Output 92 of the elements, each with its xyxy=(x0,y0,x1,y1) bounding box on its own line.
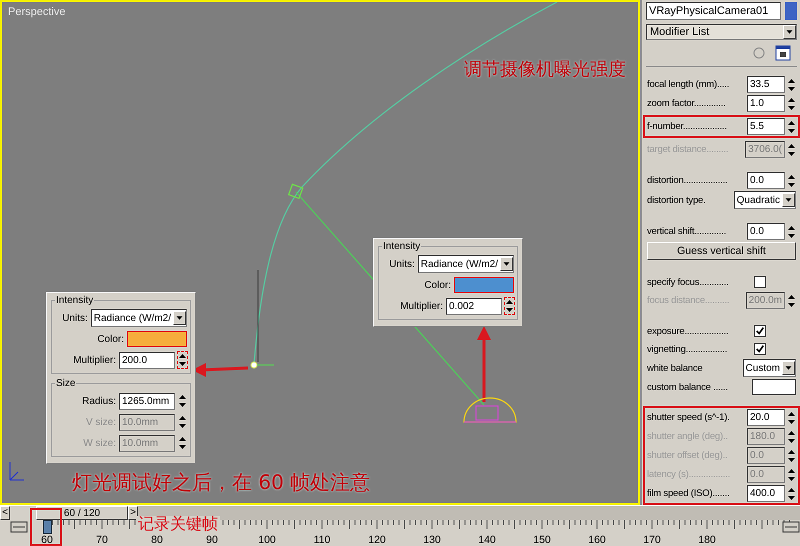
frame-number: 70 xyxy=(96,534,108,546)
dropdown-caret-icon[interactable] xyxy=(783,25,796,39)
value-field[interactable]: 5.5 xyxy=(747,118,785,135)
parameter-label: vignetting................. xyxy=(647,344,728,354)
annotation-text: 灯光调试好之后，在 60 帧处注意 xyxy=(72,470,370,494)
value-field[interactable]: 1.0 xyxy=(747,95,785,112)
dropdown-caret-icon[interactable] xyxy=(782,193,795,207)
value-field[interactable]: 0.0 xyxy=(747,223,785,240)
field-label: Units: xyxy=(389,258,415,270)
time-slider-thumb[interactable]: 60 / 120 xyxy=(36,506,128,520)
checkbox[interactable] xyxy=(754,343,766,355)
frame-number: 90 xyxy=(206,534,218,546)
parameter-label: specify focus............ xyxy=(647,276,730,288)
value-field[interactable]: 0.002 xyxy=(446,298,502,314)
field-label: Multiplier: xyxy=(73,354,116,366)
camera-dome-icon xyxy=(463,397,517,423)
field-label: Color: xyxy=(97,334,124,344)
target-marker-icon xyxy=(288,184,304,200)
type-dropdown[interactable]: Custom xyxy=(742,359,796,377)
dropdown-caret-icon[interactable] xyxy=(500,257,513,271)
parameter-label: focus distance.......... xyxy=(647,295,730,306)
spinner-arrows-icon[interactable] xyxy=(787,118,796,134)
group-title: Intensity xyxy=(382,241,422,252)
frame-number: 110 xyxy=(314,534,330,546)
frame-number: 160 xyxy=(588,534,606,546)
value-field[interactable]: 1265.0mm xyxy=(119,392,175,410)
annotation-text: 记录关键帧 xyxy=(136,516,220,532)
axis-tripod-icon xyxy=(10,462,24,480)
field-label: W size: xyxy=(83,438,116,448)
field-label: Color: xyxy=(424,280,451,290)
value-field[interactable]: 33.5 xyxy=(747,76,785,93)
parameter-label: focal length (mm)..... xyxy=(647,79,730,90)
parameter-label: film speed (ISO)....... xyxy=(647,488,731,499)
units-dropdown[interactable]: Radiance (W/m2/ xyxy=(90,309,187,327)
field-label: V size: xyxy=(86,416,116,428)
object-name-field[interactable]: VRayPhysicalCamera01 xyxy=(646,2,781,20)
spinner-arrows-icon[interactable] xyxy=(787,96,796,112)
frame-number: 170 xyxy=(643,534,661,546)
parameter-label: custom balance ...... xyxy=(647,382,729,392)
previous-button[interactable]: < xyxy=(0,506,10,520)
parameter-label: shutter speed (s^-1). xyxy=(647,412,731,423)
frame-number: 140 xyxy=(478,534,496,546)
parameter-label: f-number.................. xyxy=(647,121,728,132)
parameter-label: distortion.................. xyxy=(647,175,728,186)
configure-icon[interactable] xyxy=(775,45,791,61)
frame-number: 150 xyxy=(533,534,551,546)
spinner-arrows-icon[interactable] xyxy=(787,76,796,92)
key-mode-icon[interactable] xyxy=(10,522,28,532)
dropdown-caret-icon[interactable] xyxy=(782,361,795,375)
spinner-arrows-icon[interactable] xyxy=(505,298,514,314)
field-label: Multiplier: xyxy=(400,300,443,312)
group-title: Size xyxy=(55,378,76,389)
parameter-label: shutter angle (deg).. xyxy=(647,431,729,442)
modifier-list-dropdown[interactable]: Modifier List xyxy=(646,24,797,40)
spinner-arrows-icon[interactable] xyxy=(787,224,796,240)
parameter-label: latency (s)................. xyxy=(647,469,732,480)
object-color-swatch[interactable] xyxy=(785,2,797,20)
next-button[interactable]: > xyxy=(128,506,138,520)
frame-number: 180 xyxy=(698,534,716,546)
color-swatch[interactable] xyxy=(127,331,187,347)
dropdown-caret-icon[interactable] xyxy=(173,311,186,325)
parameter-label: shutter offset (deg).. xyxy=(647,450,728,461)
annotation-text: 调节摄像机曝光强度 xyxy=(464,58,626,82)
value-field[interactable]: 200.0 xyxy=(119,352,175,368)
parameter-label: target distance......... xyxy=(647,144,730,155)
current-frame-marker[interactable] xyxy=(43,520,52,534)
light-icon xyxy=(250,362,274,368)
spinner-arrows-icon[interactable] xyxy=(787,172,796,188)
frame-number: 60 xyxy=(41,534,53,546)
parameter-label: exposure.................. xyxy=(647,326,730,336)
key-mode-icon[interactable] xyxy=(782,522,800,532)
parameter-label: zoom factor............. xyxy=(647,98,727,109)
frame-number: 80 xyxy=(151,534,163,546)
units-dropdown[interactable]: Radiance (W/m2/ xyxy=(418,255,514,273)
group-title: Intensity xyxy=(55,295,94,306)
guess-button[interactable]: Guess vertical shift xyxy=(647,242,796,260)
spinner-arrows-icon[interactable] xyxy=(178,352,187,368)
color-swatch[interactable] xyxy=(454,277,514,293)
field-label: Radius: xyxy=(82,396,116,406)
field-label: Units: xyxy=(62,312,88,324)
frame-number: 100 xyxy=(258,534,276,546)
parameter-label: white balance xyxy=(647,362,704,374)
parameter-label: distortion type. xyxy=(647,194,707,206)
color-swatch[interactable] xyxy=(752,379,796,395)
viewport-label: Perspective xyxy=(8,6,66,18)
frame-number: 130 xyxy=(423,534,441,546)
type-dropdown[interactable]: Quadratic xyxy=(734,191,796,209)
checkbox[interactable] xyxy=(754,325,766,337)
parameter-label: vertical shift............. xyxy=(647,226,728,237)
spinner-arrows-icon[interactable] xyxy=(178,393,187,409)
value-field[interactable]: 0.0 xyxy=(747,172,785,189)
frame-number: 120 xyxy=(368,534,386,546)
